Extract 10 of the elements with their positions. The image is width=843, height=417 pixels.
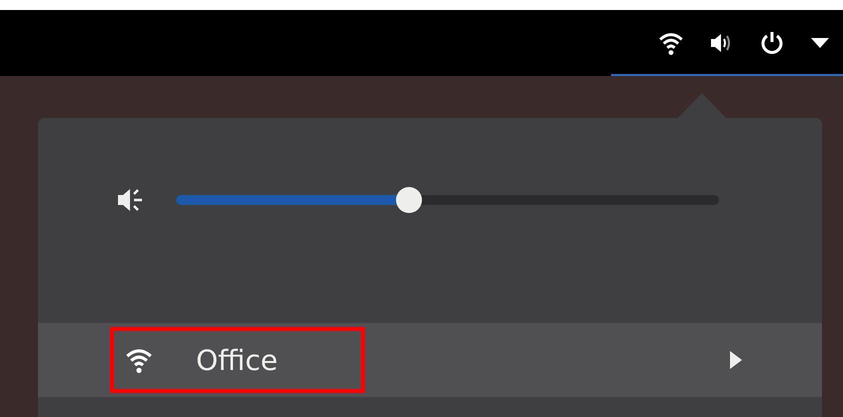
volume-slider[interactable] [176, 187, 719, 213]
caret-icon [811, 38, 829, 48]
power-icon [759, 30, 785, 56]
wifi-icon [126, 347, 152, 373]
expand-arrow-icon [730, 351, 742, 369]
network-menu-item[interactable]: Office [38, 323, 822, 397]
wifi-icon [659, 31, 683, 55]
slider-handle[interactable] [396, 187, 422, 213]
network-label: Office [196, 344, 278, 376]
volume-icon [709, 31, 733, 55]
